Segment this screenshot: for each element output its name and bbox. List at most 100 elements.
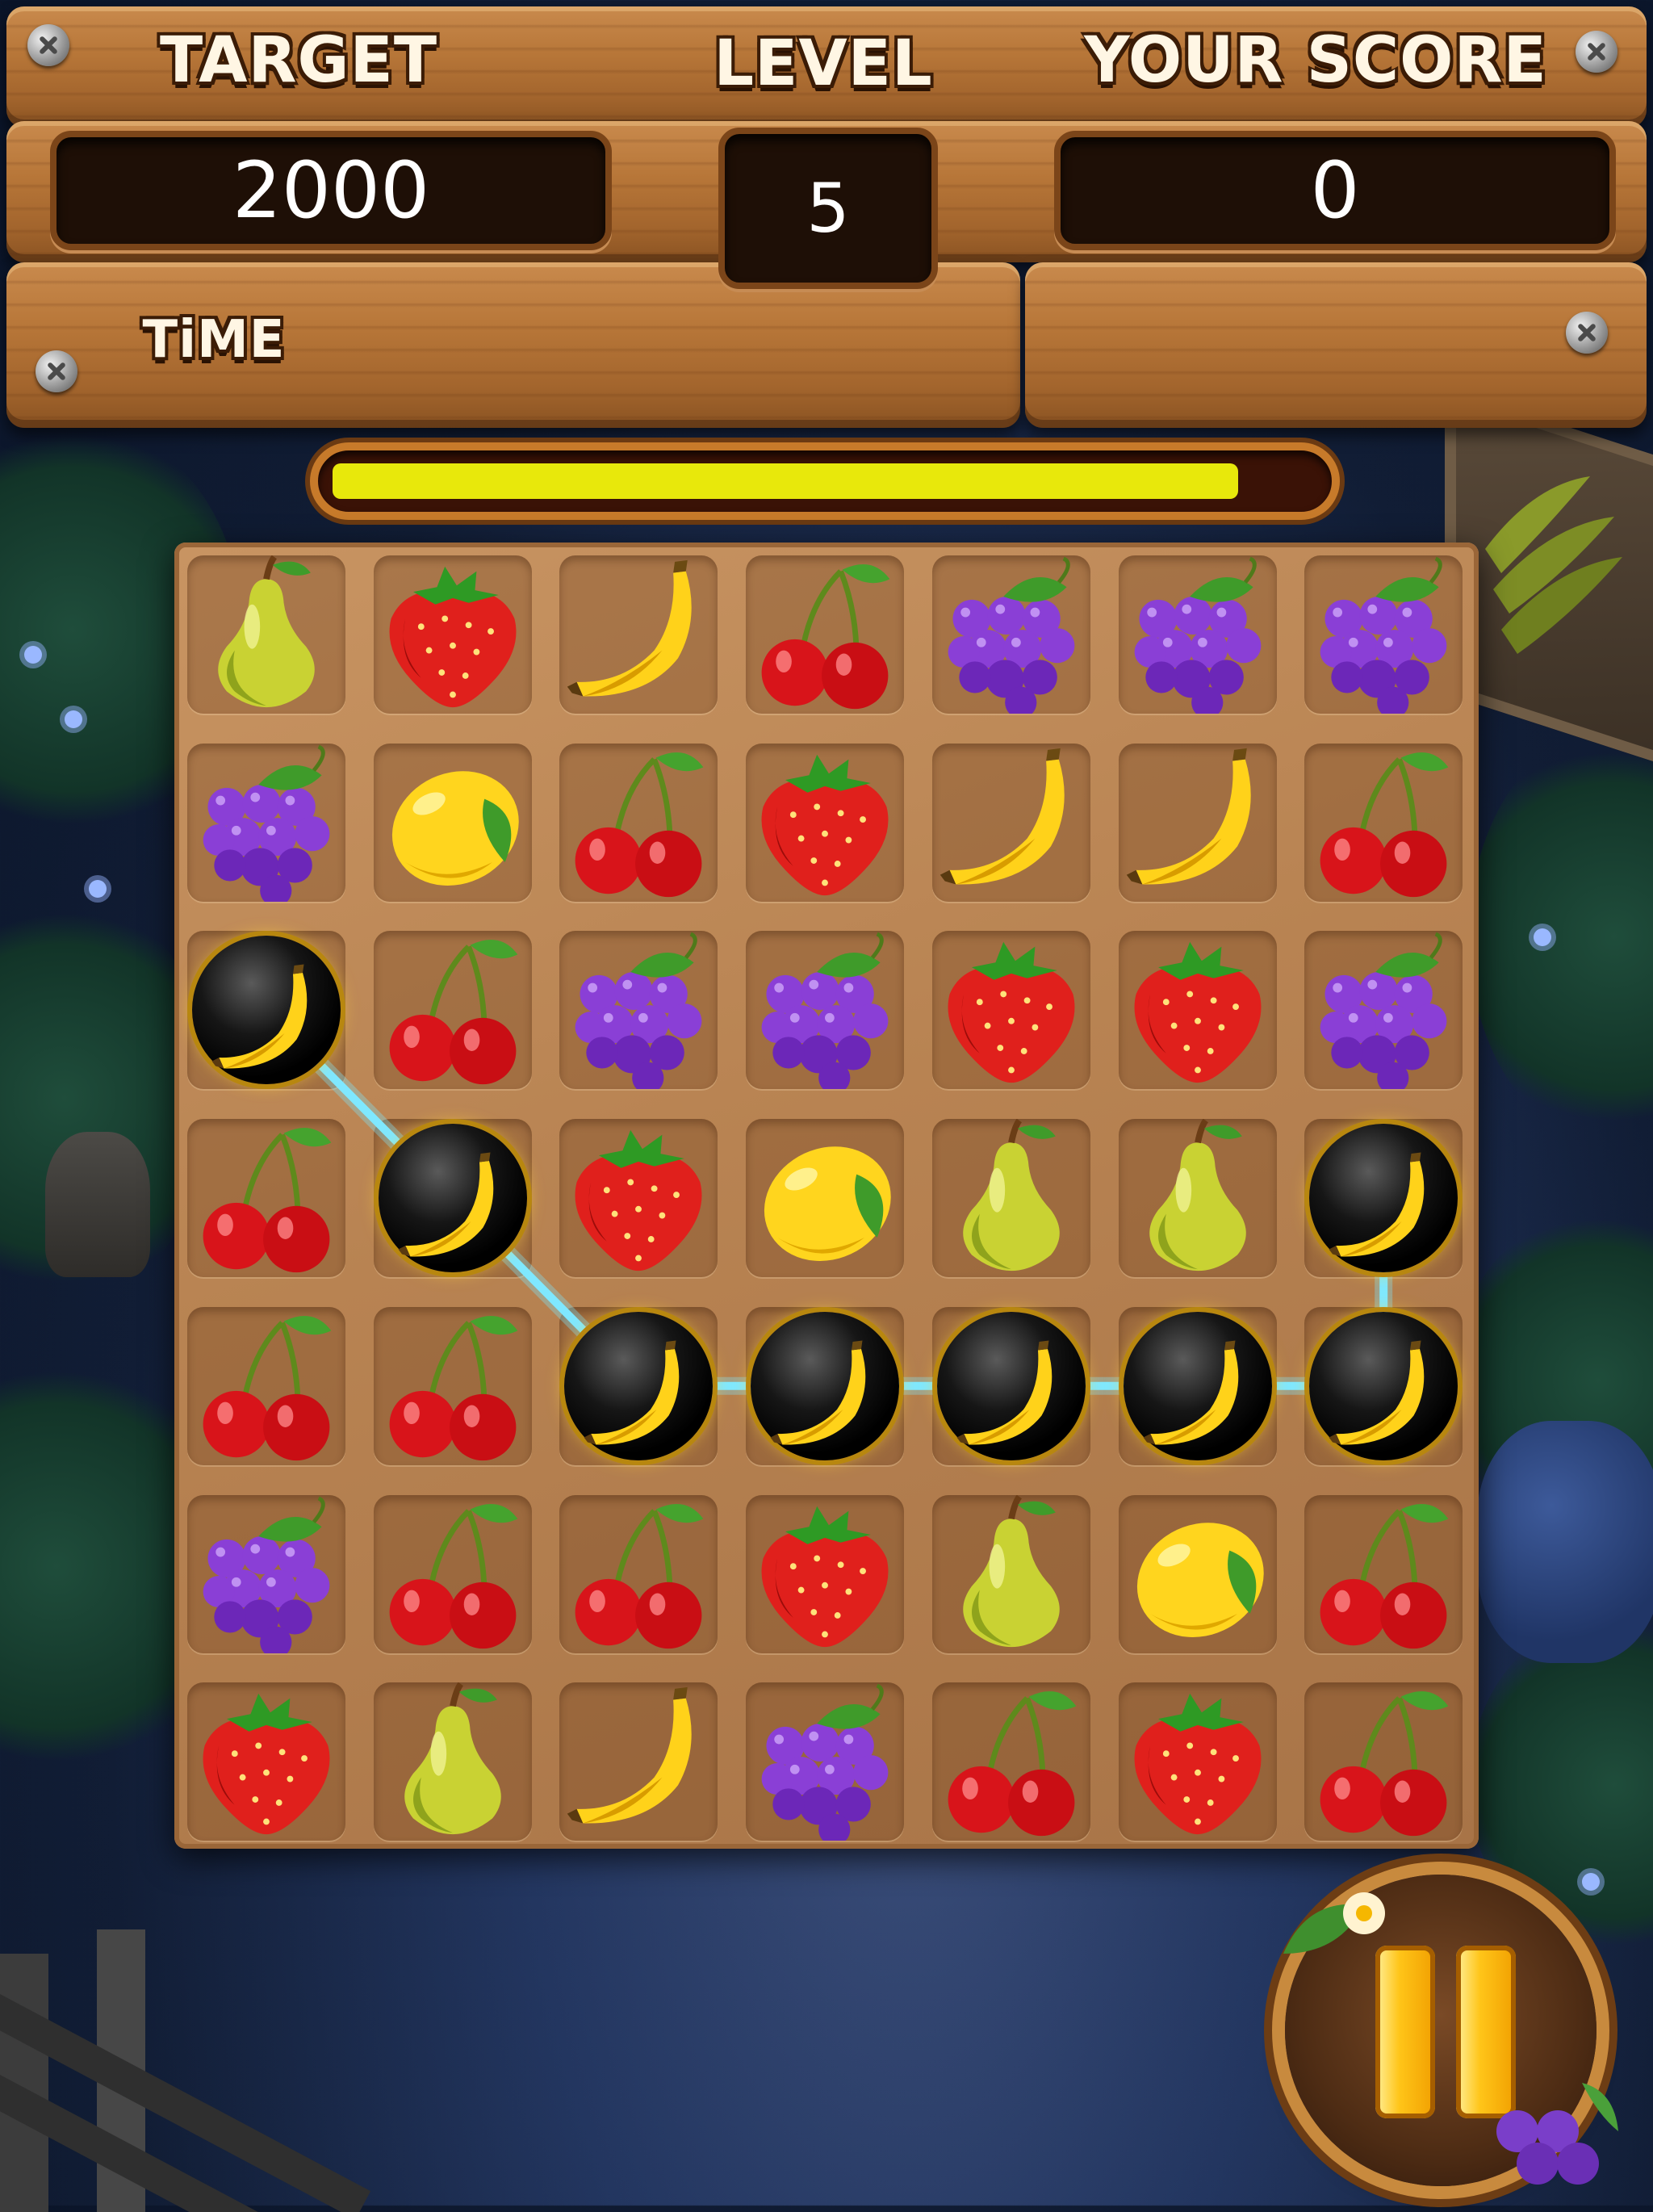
grape-tile[interactable] bbox=[1105, 542, 1291, 727]
grape-icon bbox=[746, 1682, 904, 1846]
grape-tile[interactable] bbox=[919, 542, 1104, 727]
selected-banana-tile[interactable] bbox=[1105, 1293, 1291, 1479]
strawberry-icon bbox=[374, 555, 532, 714]
pear-tile[interactable] bbox=[919, 1105, 1104, 1291]
grape-tile[interactable] bbox=[732, 917, 918, 1103]
strawberry-tile[interactable] bbox=[732, 1481, 918, 1667]
banana-tile[interactable] bbox=[546, 1669, 731, 1854]
screw-icon bbox=[27, 24, 69, 66]
cherry-icon bbox=[187, 1119, 345, 1277]
grape-icon bbox=[187, 1495, 345, 1658]
pear-tile[interactable] bbox=[919, 1481, 1104, 1667]
strawberry-icon bbox=[187, 1682, 345, 1841]
grape-tile[interactable] bbox=[1291, 917, 1476, 1103]
cherry-tile[interactable] bbox=[360, 1481, 546, 1667]
strawberry-tile[interactable] bbox=[919, 917, 1104, 1103]
banana-icon bbox=[578, 1337, 699, 1458]
grape-tile[interactable] bbox=[174, 730, 359, 915]
pause-grape-decoration bbox=[1496, 2083, 1618, 2185]
banana-icon bbox=[1137, 1337, 1258, 1458]
strawberry-icon bbox=[746, 744, 904, 902]
banana-icon bbox=[559, 555, 718, 714]
cherry-tile[interactable] bbox=[1291, 1481, 1476, 1667]
banana-tile[interactable] bbox=[1105, 730, 1291, 915]
pear-tile[interactable] bbox=[360, 1669, 546, 1854]
cherry-icon bbox=[374, 931, 532, 1089]
banana-icon bbox=[559, 1682, 718, 1841]
cherry-icon bbox=[1304, 744, 1463, 902]
banana-icon bbox=[1323, 1149, 1444, 1270]
cherry-tile[interactable] bbox=[360, 1293, 546, 1479]
cherry-icon bbox=[374, 1495, 532, 1653]
selected-banana-tile[interactable] bbox=[919, 1293, 1104, 1479]
selected-banana-tile[interactable] bbox=[546, 1293, 731, 1479]
strawberry-tile[interactable] bbox=[174, 1669, 359, 1854]
pear-icon bbox=[932, 1118, 1090, 1277]
screw-icon bbox=[1566, 312, 1608, 354]
grape-tile[interactable] bbox=[1291, 542, 1476, 727]
score-label: YOUR SCORE bbox=[1084, 24, 1547, 97]
selected-banana-tile[interactable] bbox=[174, 917, 359, 1103]
banana-icon bbox=[1323, 1337, 1444, 1458]
lemon-icon bbox=[1119, 1495, 1277, 1653]
pause-leaf-decoration bbox=[1283, 1892, 1385, 1954]
selected-banana-tile[interactable] bbox=[732, 1293, 918, 1479]
grape-tile[interactable] bbox=[546, 917, 731, 1103]
cherry-tile[interactable] bbox=[732, 542, 918, 727]
lemon-tile[interactable] bbox=[360, 730, 546, 915]
target-value: 2000 bbox=[232, 145, 430, 236]
cherry-tile[interactable] bbox=[174, 1293, 359, 1479]
selected-banana-tile[interactable] bbox=[1291, 1293, 1476, 1479]
cherry-tile[interactable] bbox=[919, 1669, 1104, 1854]
lemon-tile[interactable] bbox=[1105, 1481, 1291, 1667]
time-label: TiME bbox=[142, 310, 286, 370]
cherry-icon bbox=[1304, 1682, 1463, 1841]
strawberry-icon bbox=[932, 931, 1090, 1089]
cherry-tile[interactable] bbox=[1291, 1669, 1476, 1854]
cherry-icon bbox=[374, 1307, 532, 1465]
cherry-tile[interactable] bbox=[174, 1105, 359, 1291]
target-label: TARGET bbox=[159, 24, 438, 97]
strawberry-tile[interactable] bbox=[1105, 1669, 1291, 1854]
target-value-box: 2000 bbox=[50, 131, 612, 250]
cherry-icon bbox=[559, 744, 718, 902]
lemon-tile[interactable] bbox=[732, 1105, 918, 1291]
cherry-icon bbox=[932, 1682, 1090, 1841]
pear-icon bbox=[374, 1682, 532, 1841]
banana-tile[interactable] bbox=[919, 730, 1104, 915]
strawberry-icon bbox=[1119, 931, 1277, 1089]
score-value-box: 0 bbox=[1054, 131, 1616, 250]
score-value: 0 bbox=[1310, 145, 1360, 236]
banana-icon bbox=[206, 961, 327, 1082]
cherry-tile[interactable] bbox=[546, 1481, 731, 1667]
grape-tile[interactable] bbox=[174, 1481, 359, 1667]
level-value-box: 5 bbox=[718, 128, 938, 289]
strawberry-tile[interactable] bbox=[1105, 917, 1291, 1103]
cherry-icon bbox=[559, 1495, 718, 1653]
cherry-tile[interactable] bbox=[546, 730, 731, 915]
pear-icon bbox=[932, 1494, 1090, 1653]
cherry-tile[interactable] bbox=[1291, 730, 1476, 915]
cherry-icon bbox=[187, 1307, 345, 1465]
time-progress-bar bbox=[310, 442, 1340, 520]
tree-stump bbox=[45, 1132, 150, 1277]
pear-tile[interactable] bbox=[1105, 1105, 1291, 1291]
pear-tile[interactable] bbox=[174, 542, 359, 727]
grape-icon bbox=[746, 931, 904, 1095]
strawberry-tile[interactable] bbox=[360, 542, 546, 727]
strawberry-icon bbox=[746, 1495, 904, 1653]
cherry-tile[interactable] bbox=[360, 917, 546, 1103]
grape-icon bbox=[187, 744, 345, 907]
banana-icon bbox=[764, 1337, 885, 1458]
grape-tile[interactable] bbox=[732, 1669, 918, 1854]
banana-tile[interactable] bbox=[546, 542, 731, 727]
strawberry-tile[interactable] bbox=[732, 730, 918, 915]
time-progress-fill bbox=[333, 463, 1238, 499]
selected-banana-tile[interactable] bbox=[1291, 1105, 1476, 1291]
strawberry-icon bbox=[559, 1119, 718, 1277]
strawberry-tile[interactable] bbox=[546, 1105, 731, 1291]
selected-banana-tile[interactable] bbox=[360, 1105, 546, 1291]
grape-icon bbox=[1304, 555, 1463, 718]
level-value: 5 bbox=[806, 169, 850, 248]
screw-icon bbox=[36, 350, 77, 392]
